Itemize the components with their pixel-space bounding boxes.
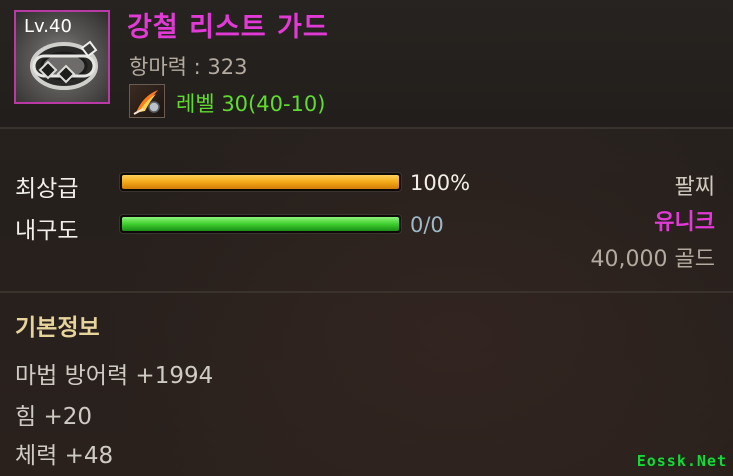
- basic-info-line: 체력 +48: [15, 443, 114, 469]
- item-tooltip-panel: Lv.40 강철 리스트 가드 항마력 : 323 레벨 30(40-10) 최…: [0, 0, 733, 476]
- grade-bar: [120, 173, 401, 191]
- item-main-stat: 항마력 : 323: [129, 55, 248, 79]
- equipment-slot: 팔찌: [674, 175, 715, 200]
- durability-bar: [120, 215, 401, 233]
- flame-feather-icon[interactable]: [129, 84, 165, 118]
- basic-info-line: 힘 +20: [15, 404, 93, 430]
- grade-bar-fill: [122, 175, 399, 189]
- durability-value: 0/0: [410, 213, 444, 237]
- basic-info-line: 마법 방어력 +1994: [15, 363, 214, 389]
- watermark: Eossk.Net: [636, 452, 727, 470]
- item-icon-frame[interactable]: Lv.40: [14, 10, 110, 104]
- rarity-label: 유니크: [654, 210, 715, 235]
- grade-value: 100%: [410, 171, 471, 195]
- basic-info-title: 기본정보: [15, 315, 100, 341]
- steel-wrist-guard-icon: [30, 40, 98, 90]
- item-header: Lv.40 강철 리스트 가드 항마력 : 323 레벨 30(40-10): [0, 0, 733, 129]
- item-price: 40,000 골드: [590, 247, 715, 272]
- flame-feather-glyph: [133, 90, 160, 115]
- level-requirement: 레벨 30(40-10): [176, 92, 326, 116]
- grade-label: 최상급: [15, 176, 79, 202]
- durability-label: 내구도: [15, 218, 79, 244]
- durability-bar-fill: [122, 217, 399, 231]
- item-name: 강철 리스트 가드: [127, 12, 329, 43]
- section-divider: [0, 291, 733, 293]
